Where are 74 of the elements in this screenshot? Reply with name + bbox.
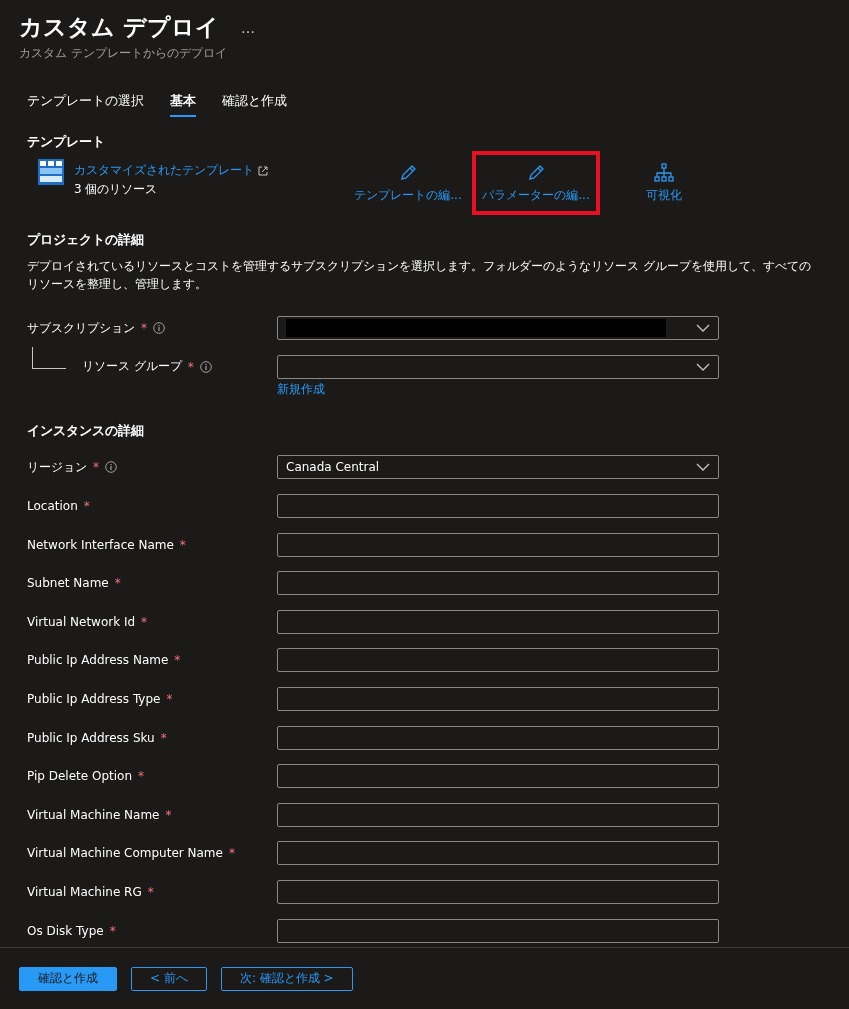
- tree-connector: [32, 346, 66, 369]
- field-label: リージョン: [27, 459, 87, 476]
- required-mark: *: [138, 769, 145, 784]
- tab[interactable]: 基本: [170, 92, 196, 117]
- required-mark: *: [93, 460, 99, 475]
- field-label: リソース グループ: [82, 358, 182, 376]
- nav-button[interactable]: < 前へ: [131, 966, 207, 991]
- edit-button[interactable]: パラメーターの編...: [472, 151, 600, 215]
- section-heading: インスタンスの詳細: [27, 422, 145, 441]
- field-label: Virtual Machine RG: [27, 885, 142, 899]
- template-link[interactable]: カスタマイズされたテンプレート: [74, 162, 268, 179]
- field-label: Location: [27, 499, 78, 514]
- input-field[interactable]: [277, 532, 719, 557]
- required-mark: *: [147, 885, 154, 899]
- review-create-button[interactable]: 確認と作成: [19, 966, 117, 991]
- subscription-dropdown[interactable]: [277, 316, 719, 341]
- required-mark: *: [83, 499, 90, 514]
- hierarchy-icon: [654, 162, 674, 183]
- field-label: Pip Delete Option: [27, 769, 133, 784]
- required-mark: *: [166, 692, 173, 707]
- create-new-link[interactable]: 新規作成: [277, 381, 325, 399]
- field-label: Public Ip Address Sku: [27, 730, 155, 745]
- required-mark: *: [179, 537, 186, 552]
- visualize-button[interactable]: 可視化: [600, 151, 728, 215]
- required-mark: *: [228, 846, 235, 861]
- input-field[interactable]: [277, 687, 719, 712]
- required-mark: *: [141, 614, 148, 629]
- more-button[interactable]: …: [241, 19, 255, 36]
- field-label: サブスクリプション: [27, 319, 135, 337]
- field-label: Virtual Machine Computer Name: [27, 846, 223, 861]
- required-mark: *: [187, 359, 194, 374]
- section-heading: プロジェクトの詳細: [27, 231, 145, 249]
- template-icon: [38, 159, 64, 185]
- chevron-down-icon: [696, 362, 710, 371]
- input-field[interactable]: [277, 725, 719, 750]
- input-field[interactable]: [277, 764, 719, 789]
- required-mark: *: [160, 730, 167, 745]
- input-field[interactable]: [277, 648, 719, 673]
- field-label: Os Disk Type: [27, 923, 104, 938]
- required-mark: *: [109, 923, 116, 938]
- required-mark: *: [114, 576, 121, 591]
- external-link-icon: [258, 165, 268, 176]
- input-field[interactable]: [277, 841, 719, 866]
- resource-count: 3 個のリソース: [74, 181, 159, 198]
- field-label: Network Interface Name: [27, 537, 174, 552]
- input-field[interactable]: [277, 918, 719, 943]
- section-description: デプロイされているリソースとコストを管理するサブスクリプションを選択します。フォルダーのようなリソース グループを使用して、すべてのリソースを整理し、管理します。: [27, 258, 812, 293]
- field-label: Public Ip Address Type: [27, 692, 161, 707]
- info-icon[interactable]: [199, 360, 212, 373]
- nav-button[interactable]: 次: 確認と作成 >: [220, 966, 353, 991]
- input-field[interactable]: [277, 802, 719, 827]
- field-label: Subnet Name: [27, 576, 109, 591]
- tab[interactable]: 確認と作成: [222, 92, 287, 117]
- section-heading: テンプレート: [27, 133, 106, 151]
- required-mark: *: [165, 807, 172, 822]
- field-label: Public Ip Address Name: [27, 653, 169, 668]
- info-icon[interactable]: [153, 322, 165, 335]
- required-mark: *: [141, 321, 147, 336]
- chevron-down-icon: [696, 463, 710, 472]
- region-dropdown[interactable]: Canada Central: [277, 455, 719, 480]
- info-icon[interactable]: [105, 461, 117, 474]
- input-field[interactable]: [277, 571, 719, 596]
- input-field[interactable]: [277, 880, 719, 904]
- input-field[interactable]: [277, 494, 719, 519]
- page-subtitle: カスタム テンプレートからのデプロイ: [19, 45, 228, 62]
- required-mark: *: [174, 653, 181, 668]
- tab[interactable]: テンプレートの選択: [27, 92, 144, 117]
- chevron-down-icon: [696, 324, 710, 333]
- field-label: Virtual Network Id: [27, 614, 136, 629]
- edit-button[interactable]: テンプレートの編...: [344, 151, 472, 215]
- field-label: Virtual Machine Name: [27, 807, 160, 822]
- resource-group-dropdown[interactable]: [277, 354, 719, 379]
- input-field[interactable]: [277, 609, 719, 634]
- page-title: カスタム デプロイ: [19, 13, 219, 42]
